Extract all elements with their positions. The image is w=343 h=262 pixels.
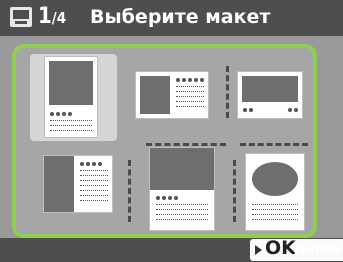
next-label: Далее xyxy=(294,242,342,257)
ok-label: OK xyxy=(265,237,296,259)
photo-placeholder xyxy=(252,162,298,196)
photo-placeholder xyxy=(49,61,93,105)
layout-grid xyxy=(12,44,317,238)
layout-5-thumbnail xyxy=(150,148,214,230)
layout-option-2[interactable] xyxy=(129,56,216,136)
bottom-bar: OK Далее xyxy=(0,237,343,262)
divider xyxy=(240,143,308,146)
layout-4-thumbnail xyxy=(44,156,112,212)
layout-option-3[interactable] xyxy=(234,56,306,136)
divider xyxy=(226,66,229,118)
photo-placeholder xyxy=(44,156,74,212)
layout-option-4[interactable] xyxy=(30,148,120,232)
page-total: /4 xyxy=(51,9,67,27)
divider xyxy=(233,160,236,222)
page-current: 1 xyxy=(38,4,52,29)
photo-placeholder xyxy=(150,148,214,190)
layout-option-1[interactable] xyxy=(30,54,117,141)
divider xyxy=(128,160,131,222)
layout-1-thumbnail xyxy=(45,57,97,137)
layout-option-6[interactable] xyxy=(238,148,310,232)
page-title: Выберите макет xyxy=(90,6,271,28)
page-indicator: 1/4 xyxy=(38,4,66,29)
photo-placeholder xyxy=(242,76,298,102)
photo-placeholder xyxy=(140,76,170,114)
divider xyxy=(146,143,226,146)
layout-3-thumbnail xyxy=(238,72,302,118)
layout-option-5[interactable] xyxy=(136,148,228,232)
layout-menu-icon xyxy=(10,7,32,27)
layout-2-thumbnail xyxy=(136,72,208,118)
layout-6-thumbnail xyxy=(246,154,304,230)
play-arrow-icon xyxy=(255,245,262,255)
title-bar: 1/4 Выберите макет xyxy=(0,0,343,36)
